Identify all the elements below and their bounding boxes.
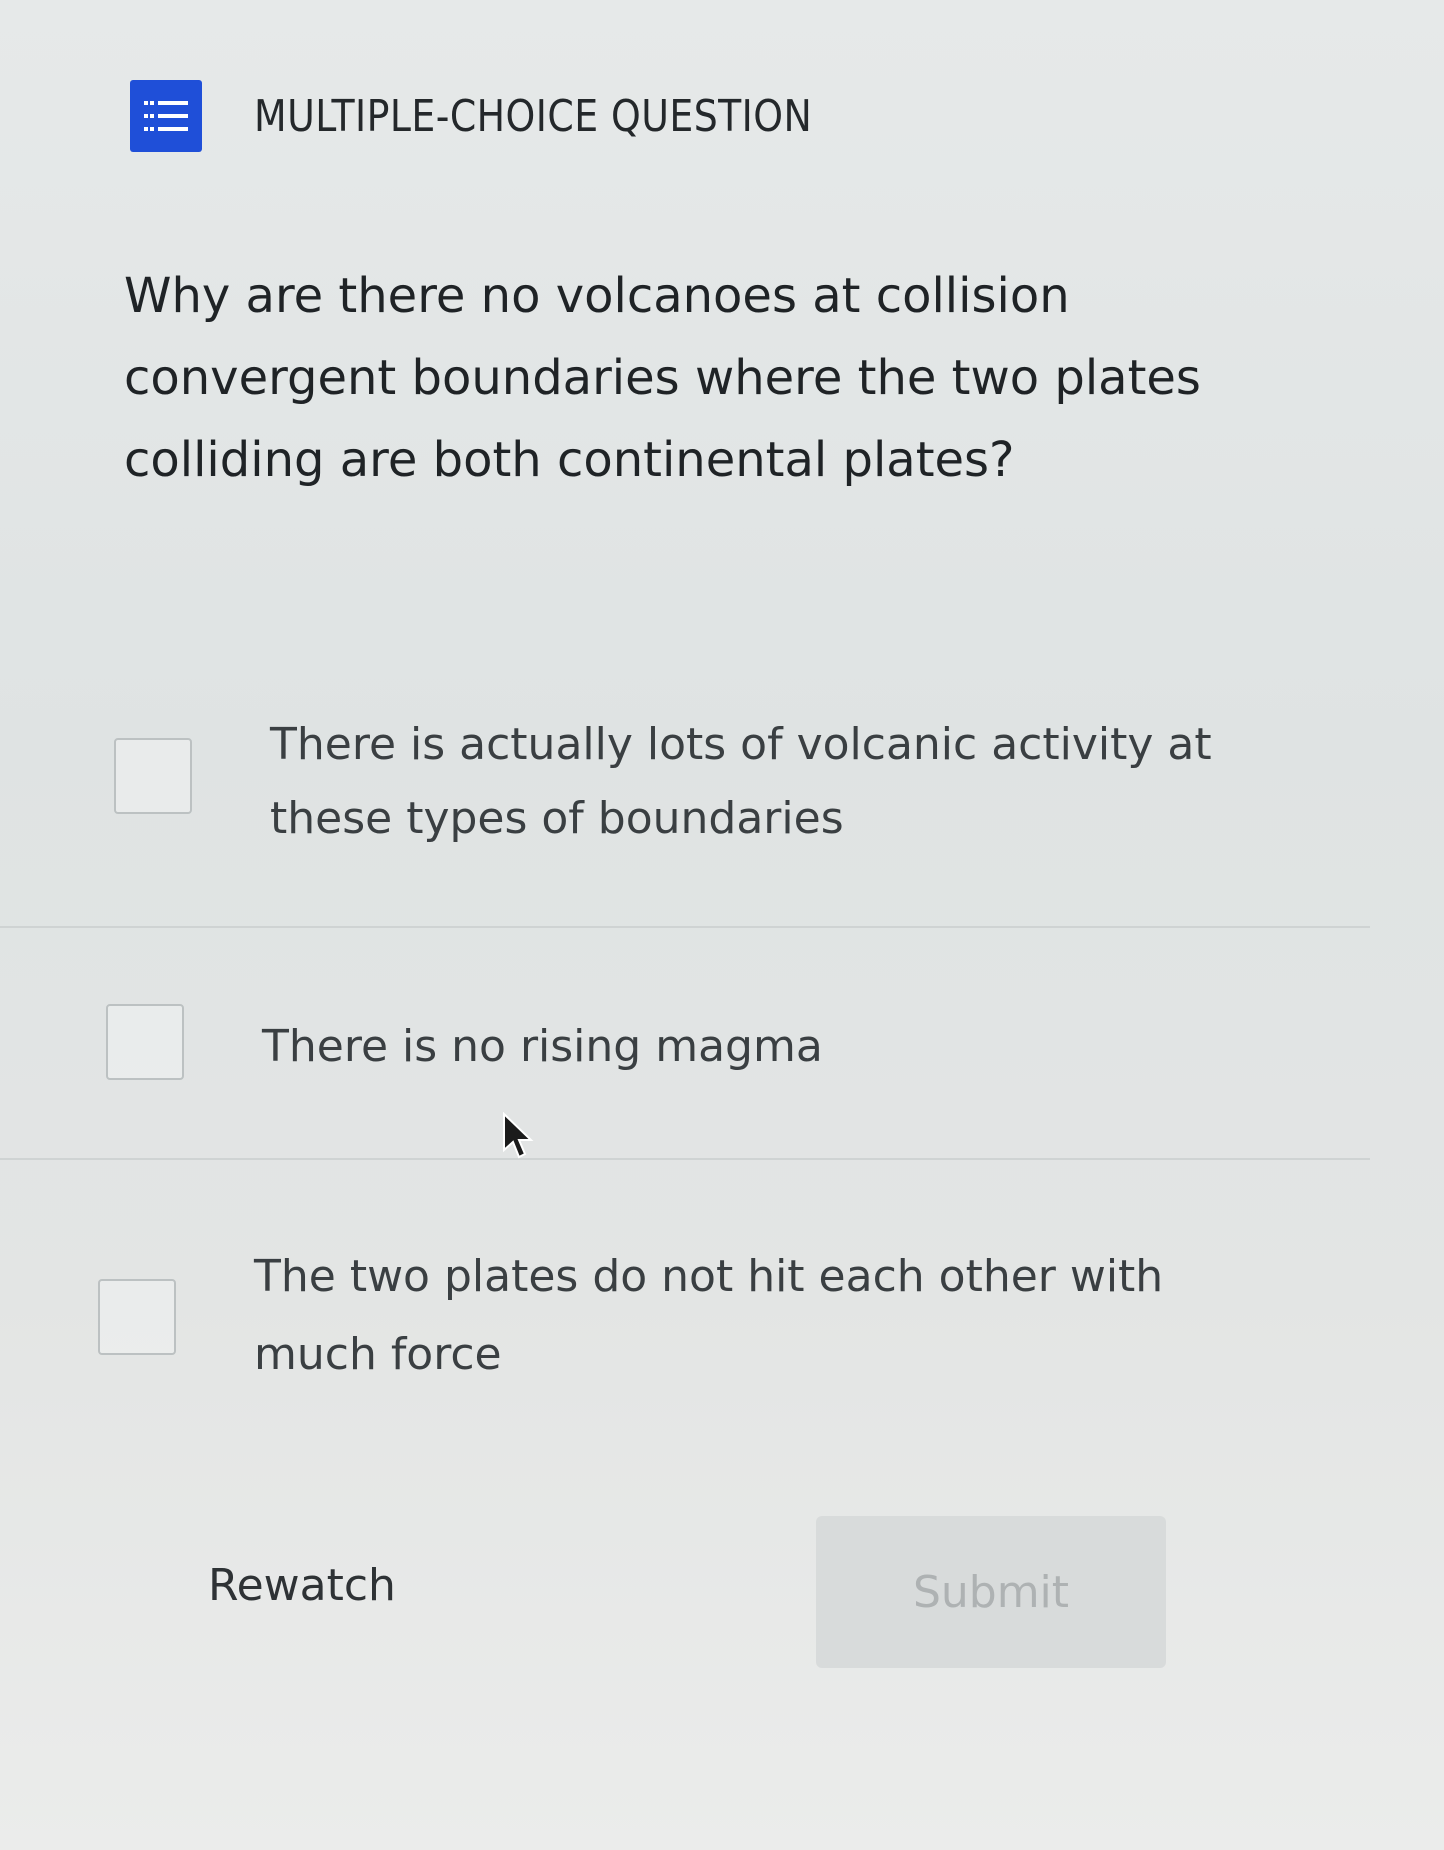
option-divider: [0, 926, 1370, 928]
list-checks-icon: [130, 80, 202, 152]
option-checkbox[interactable]: [114, 738, 192, 814]
mouse-cursor-icon: [503, 1112, 534, 1159]
option-label: The two plates do not hit each other wit…: [254, 1251, 1164, 1380]
rewatch-button[interactable]: Rewatch: [208, 1560, 396, 1611]
submit-button[interactable]: Submit: [816, 1516, 1166, 1668]
question-text: Why are there no volcanoes at collision …: [124, 268, 1201, 488]
option-divider: [0, 1158, 1370, 1160]
question-header: MULTIPLE-CHOICE QUESTION: [130, 80, 903, 152]
option-checkbox[interactable]: [98, 1279, 176, 1355]
quiz-screen: MULTIPLE-CHOICE QUESTION Why are there n…: [0, 0, 1444, 1850]
question-type-title: MULTIPLE-CHOICE QUESTION: [254, 90, 813, 142]
option-checkbox[interactable]: [106, 1004, 184, 1080]
option-label: There is no rising magma: [262, 1021, 823, 1072]
option-label: There is actually lots of volcanic activ…: [270, 719, 1212, 844]
